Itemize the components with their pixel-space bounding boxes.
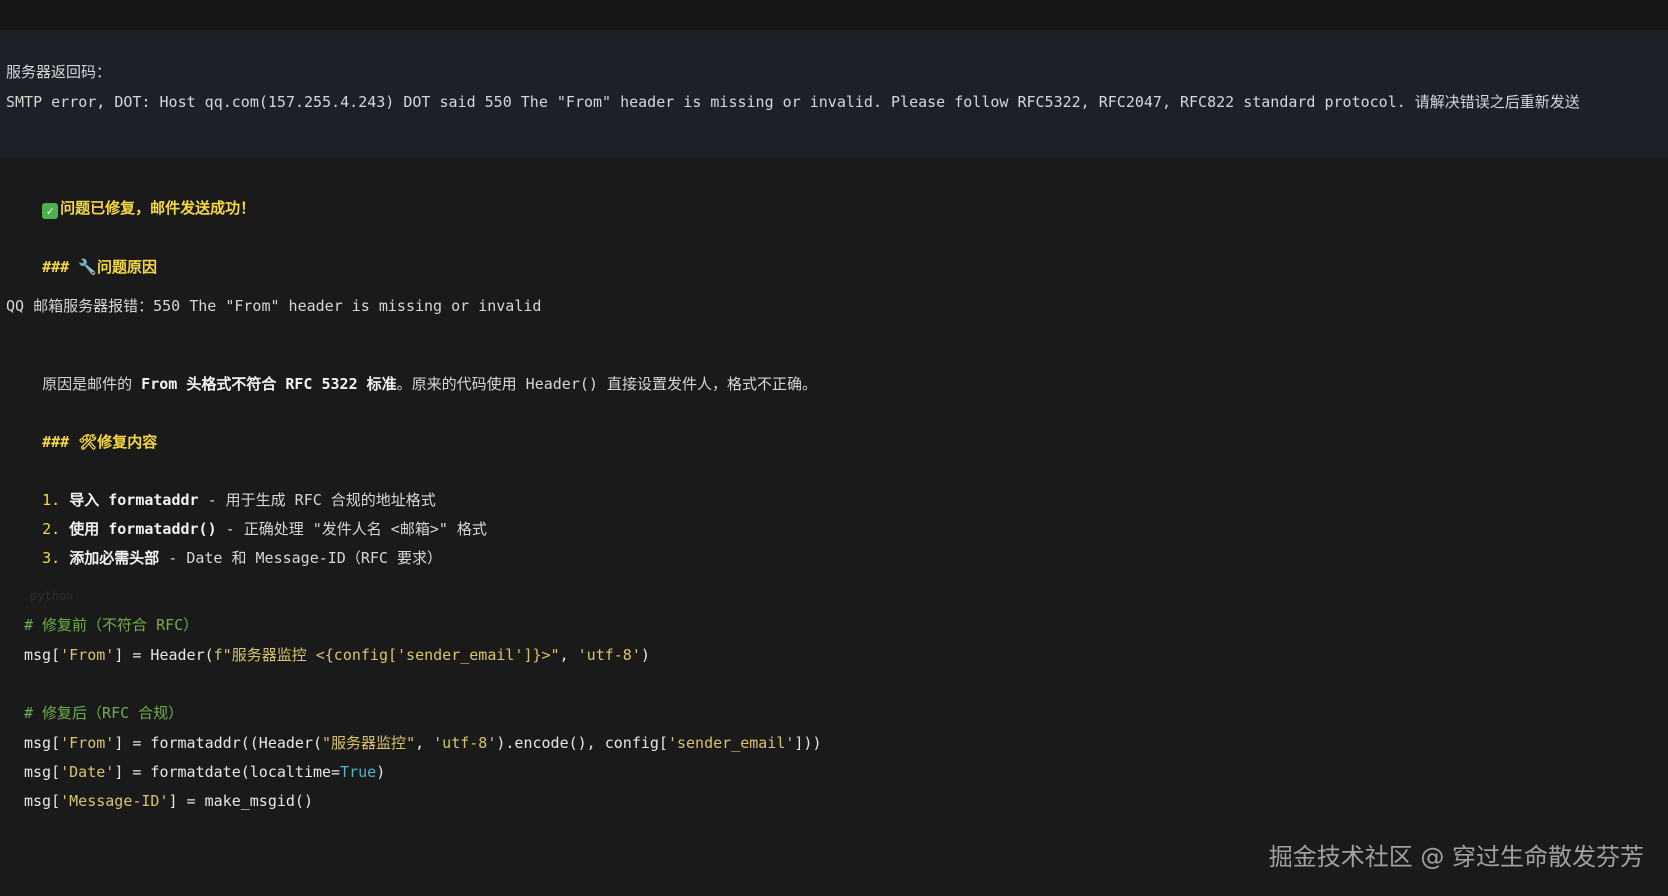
code-string: f"服务器监控 <{config['sender_email']}>" xyxy=(213,646,560,664)
code-token: msg[ xyxy=(24,792,61,810)
code-token: ).encode(), config[ xyxy=(496,734,668,752)
fix-heading-text: 修复内容 xyxy=(97,433,158,451)
code-token: , xyxy=(415,734,434,752)
cause-heading-text: 问题原因 xyxy=(96,258,157,276)
code-string: 'From' xyxy=(60,734,115,752)
fix-item-bold: 添加必需头部 xyxy=(69,549,160,567)
tools-icon: 🛠 xyxy=(78,433,98,451)
code-string: 'Date' xyxy=(60,763,115,781)
cause-heading: ### 🔧问题原因 xyxy=(6,237,157,297)
code-token: msg[ xyxy=(24,734,61,752)
chat-response-view: 服务器返回码： SMTP error, DOT: Host qq.com(157… xyxy=(0,0,1668,896)
code-comment-before: # 修复前（不符合 RFC） xyxy=(24,616,199,634)
top-strip xyxy=(0,0,1668,30)
fix-item-number: 3. xyxy=(42,549,61,567)
code-line-before: msg['From'] = Header(f"服务器监控 <{config['s… xyxy=(24,645,650,665)
code-string: 'utf-8' xyxy=(577,646,641,664)
code-string: 'sender_email' xyxy=(667,734,795,752)
wrench-icon: 🔧 xyxy=(78,258,97,276)
code-token: msg[ xyxy=(24,646,61,664)
fix-heading: ### 🛠修复内容 xyxy=(6,412,157,472)
status-text: 问题已修复，邮件发送成功！ xyxy=(60,199,256,217)
code-string: "服务器监控" xyxy=(322,734,416,752)
code-line-after-3: msg['Message-ID'] = make_msgid() xyxy=(24,791,313,811)
code-token: ] = make_msgid() xyxy=(168,792,314,810)
code-line-after-1: msg['From'] = formataddr((Header("服务器监控"… xyxy=(24,733,822,753)
code-token: ])) xyxy=(794,734,822,752)
code-token: ] = formataddr((Header( xyxy=(114,734,323,752)
heading-marker: ### xyxy=(42,258,70,276)
fix-item: 3. 添加必需头部 - Date 和 Message-ID（RFC 要求） xyxy=(6,528,442,588)
cause-prefix: 原因是邮件的 xyxy=(42,375,142,393)
code-token: , xyxy=(559,646,578,664)
code-comment-after: # 修复后（RFC 合规） xyxy=(24,704,184,722)
check-icon: ✓ xyxy=(42,203,59,219)
fix-item-rest: - Date 和 Message-ID（RFC 要求） xyxy=(159,549,442,567)
error-message: SMTP error, DOT: Host qq.com(157.255.4.2… xyxy=(6,93,1580,111)
code-token: ] = formatdate(localtime= xyxy=(114,763,341,781)
code-keyword: True xyxy=(340,763,377,781)
cause-bold: From 头格式不符合 RFC 5322 标准 xyxy=(141,375,397,393)
code-line-after-2: msg['Date'] = formatdate(localtime=True) xyxy=(24,762,385,782)
heading-marker: ### xyxy=(42,433,70,451)
error-label: 服务器返回码： xyxy=(6,63,112,81)
code-string: 'utf-8' xyxy=(433,734,497,752)
cause-line-1: QQ 邮箱服务器报错：550 The "From" header is miss… xyxy=(6,297,542,315)
code-token: ) xyxy=(640,646,650,664)
code-lang-label: python xyxy=(30,589,74,603)
code-string: 'Message-ID' xyxy=(60,792,169,810)
cause-suffix: 。原来的代码使用 Header() 直接设置发件人，格式不正确。 xyxy=(396,375,817,393)
error-block: 服务器返回码： SMTP error, DOT: Host qq.com(157… xyxy=(0,30,1668,158)
code-token: msg[ xyxy=(24,763,61,781)
code-string: 'From' xyxy=(60,646,115,664)
status-success: ✓ 问题已修复，邮件发送成功！ xyxy=(6,178,255,239)
watermark: 掘金技术社区 @ 穿过生命散发芬芳 xyxy=(1268,843,1644,871)
cause-line-2: 原因是邮件的 From 头格式不符合 RFC 5322 标准。原来的代码使用 H… xyxy=(6,354,817,414)
code-token: ] = Header( xyxy=(114,646,214,664)
code-token: ) xyxy=(376,763,386,781)
